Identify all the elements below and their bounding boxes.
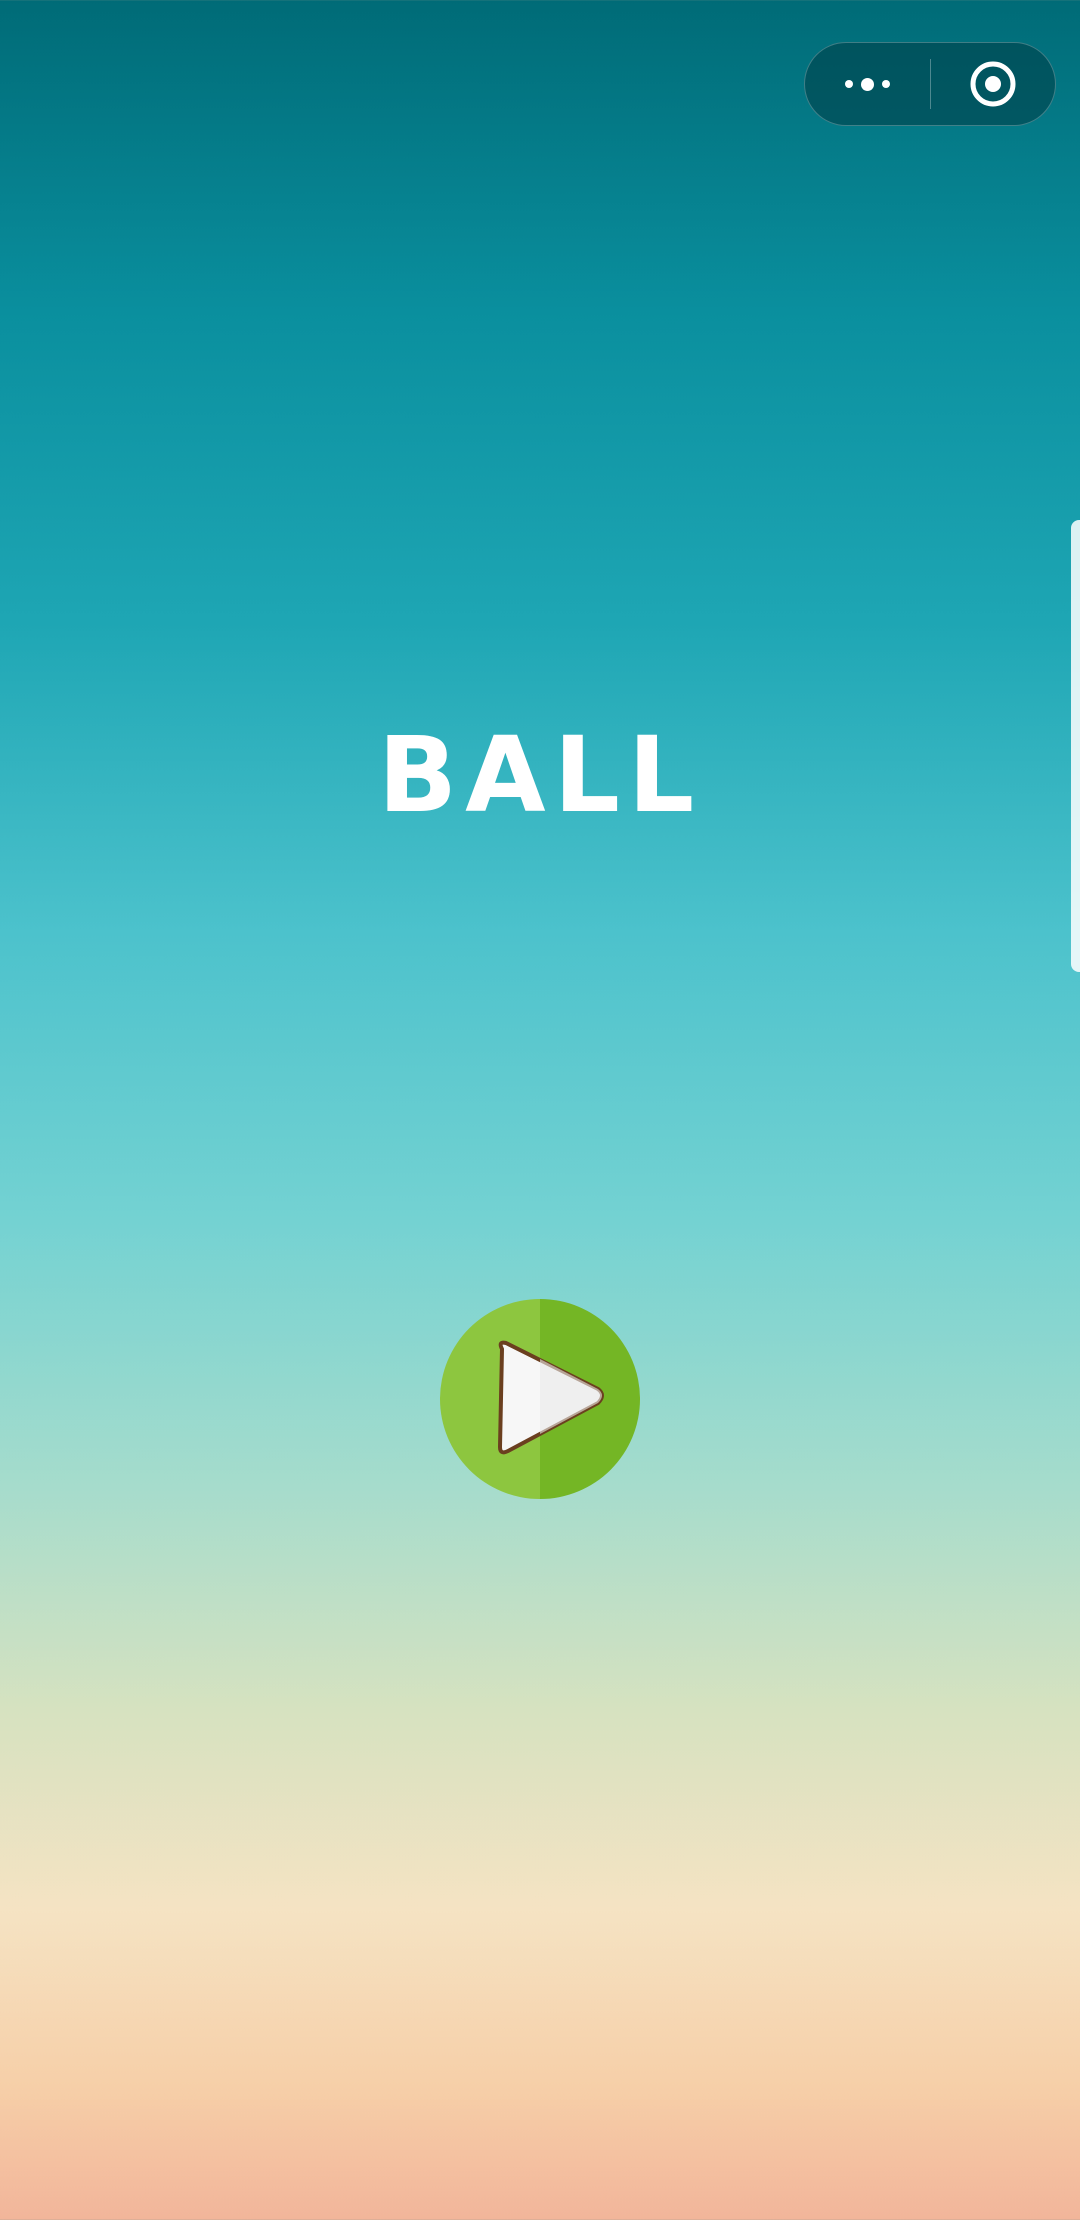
play-icon — [440, 1299, 640, 1499]
more-button[interactable] — [805, 43, 930, 125]
game-title: BALL — [377, 714, 703, 836]
play-button[interactable] — [440, 1299, 640, 1499]
close-target-icon — [970, 61, 1016, 107]
close-button[interactable] — [931, 43, 1056, 125]
miniprogram-capsule — [804, 42, 1056, 126]
more-icon — [844, 77, 890, 91]
